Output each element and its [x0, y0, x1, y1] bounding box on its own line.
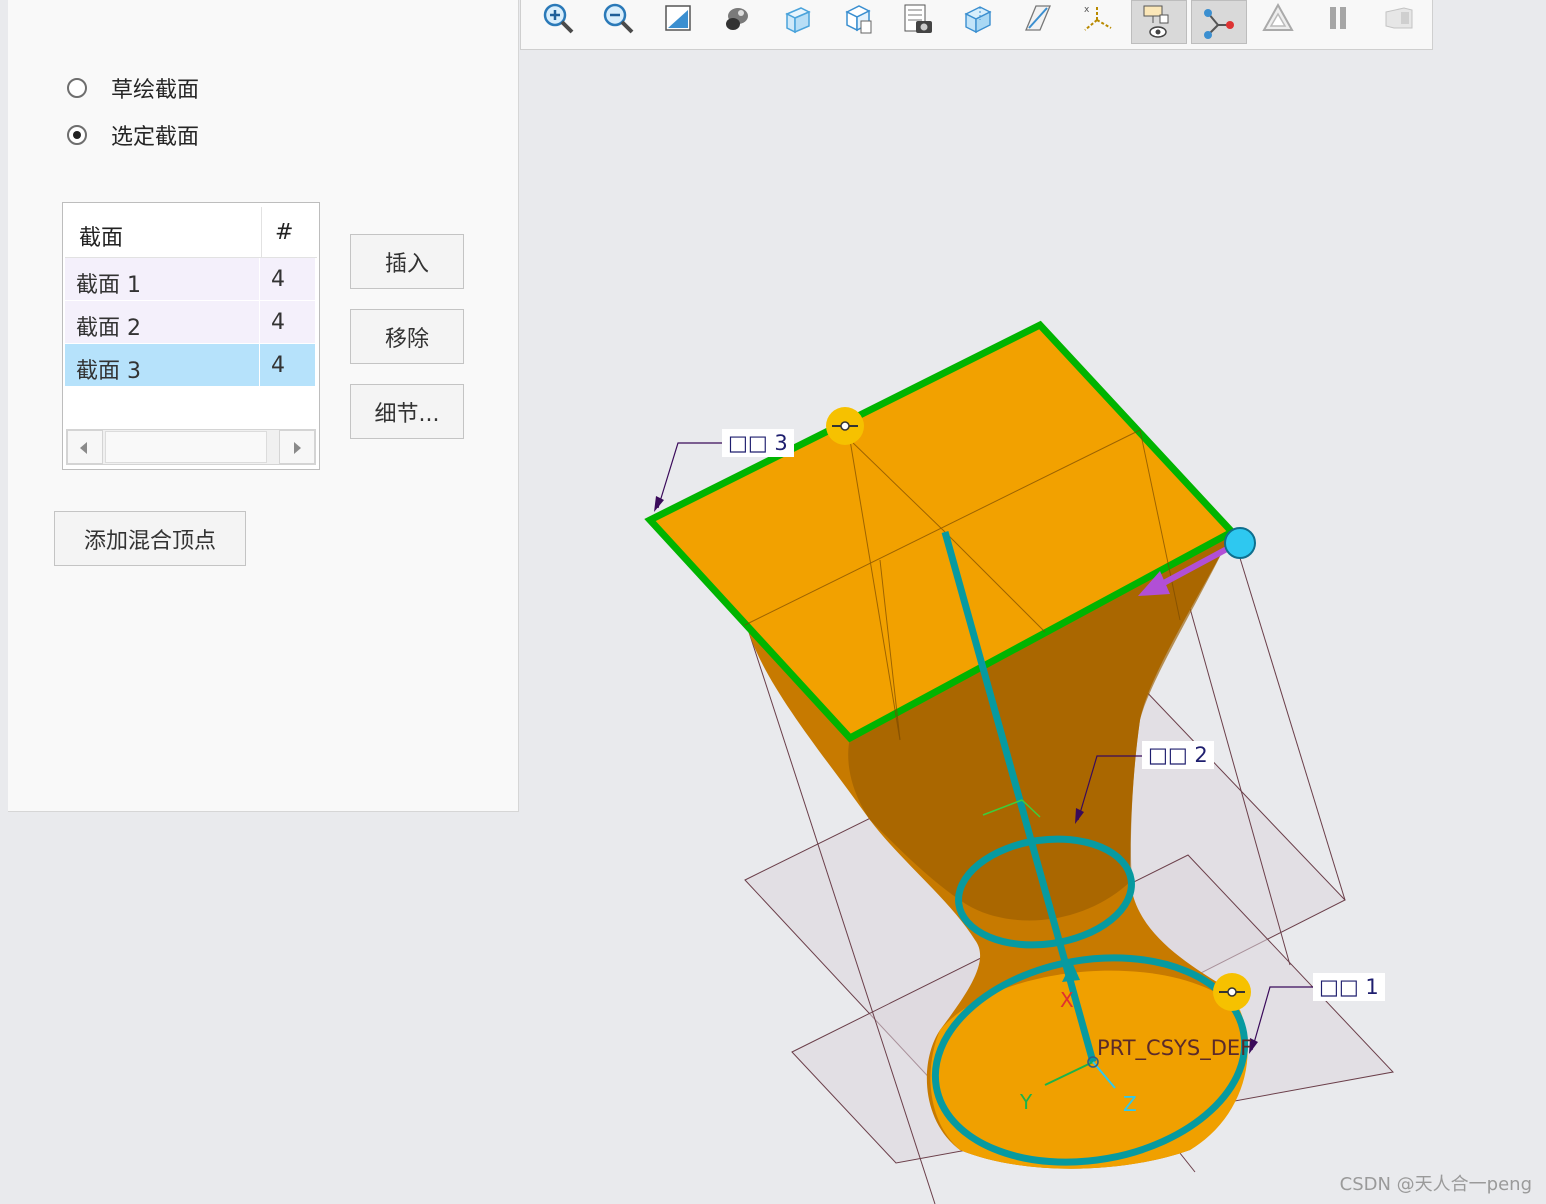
section-count: 4 — [271, 310, 285, 335]
plane-display-button[interactable] — [1015, 0, 1059, 44]
wireframe-box-icon — [964, 6, 992, 34]
section-name: 截面 3 — [76, 359, 141, 384]
saved-views-icon — [904, 4, 932, 33]
watermark: CSDN @天人合一peng — [1339, 1174, 1532, 1195]
svg-text:x: x — [1084, 5, 1090, 15]
blend-model-scene[interactable] — [520, 50, 1546, 1204]
zoom-out-icon — [603, 3, 634, 34]
feature-preview-button[interactable] — [1375, 0, 1419, 44]
section-3-callout[interactable]: □□ 3 — [722, 429, 794, 457]
section-name: 截面 1 — [76, 273, 141, 298]
zoom-in-icon — [543, 3, 574, 34]
box-display-button[interactable] — [775, 0, 819, 44]
zoom-out-button[interactable] — [595, 0, 639, 44]
shading-button[interactable] — [715, 0, 759, 44]
view-manager-button[interactable] — [1131, 0, 1187, 44]
column-divider — [261, 207, 262, 257]
datum-display-button[interactable] — [1191, 0, 1247, 44]
section-2-callout[interactable]: □□ 2 — [1142, 741, 1214, 769]
chevron-right-icon — [294, 442, 301, 454]
refit-icon — [665, 5, 691, 31]
remove-button[interactable]: 移除 — [350, 309, 464, 364]
hidden-line-button[interactable] — [835, 0, 879, 44]
view-manager-icon — [1143, 5, 1169, 38]
section-count: 4 — [271, 267, 285, 292]
scroll-thumb[interactable] — [105, 431, 267, 463]
blend-section-panel: 草绘截面 选定截面 截面 # 截面 1 4 截面 2 4 截面 3 4 插入 移… — [8, 0, 519, 812]
add-blend-vertex-button[interactable]: 添加混合顶点 — [54, 511, 246, 566]
axis-label-y: Y — [1020, 1090, 1033, 1114]
column-header-count[interactable]: # — [275, 220, 293, 245]
section-name: 截面 2 — [76, 316, 141, 341]
insert-button[interactable]: 插入 — [350, 234, 464, 289]
graphics-toolbar: x — [520, 0, 1433, 50]
start-point-handle[interactable] — [1224, 527, 1256, 559]
radio-selected-sections[interactable]: 选定截面 — [67, 120, 199, 150]
blend-preview-icon — [1262, 2, 1294, 31]
scroll-right-button[interactable] — [279, 430, 315, 464]
zoom-in-button[interactable] — [535, 0, 579, 44]
cell-divider — [259, 301, 260, 343]
pause-icon — [1330, 7, 1346, 29]
plane-display-icon — [1025, 5, 1051, 31]
column-header-section[interactable]: 截面 — [79, 220, 123, 252]
blend-preview-button[interactable] — [1255, 0, 1299, 44]
radio-label-sketched: 草绘截面 — [111, 78, 200, 103]
radio-sketched-sections[interactable]: 草绘截面 — [67, 73, 199, 103]
axis-label-x: X — [1060, 988, 1074, 1012]
section-3-drag-handle[interactable] — [826, 407, 864, 445]
graphics-viewport[interactable]: □□ 3 □□ 2 □□ 1 PRT_CSYS_DEF X Y Z CSDN @… — [520, 50, 1546, 1204]
table-row[interactable]: 截面 1 4 — [65, 258, 315, 301]
radio-button-selected[interactable] — [67, 125, 87, 145]
cell-divider — [259, 258, 260, 300]
table-row[interactable]: 截面 2 4 — [65, 301, 315, 344]
hidden-line-icon — [845, 5, 872, 34]
table-header: 截面 # — [65, 205, 317, 258]
section-count: 4 — [271, 353, 285, 378]
sections-table: 截面 # 截面 1 4 截面 2 4 截面 3 4 — [62, 202, 320, 470]
csys-label: PRT_CSYS_DEF — [1097, 1036, 1253, 1060]
csys-display-button[interactable]: x — [1075, 0, 1119, 44]
datum-display-icon — [1204, 9, 1234, 39]
scroll-left-button[interactable] — [67, 430, 103, 464]
horizontal-scrollbar[interactable] — [66, 429, 316, 465]
axis-label-z: Z — [1123, 1092, 1137, 1116]
pause-button[interactable] — [1315, 0, 1359, 44]
radio-button[interactable] — [67, 78, 87, 98]
csys-display-icon: x — [1084, 5, 1112, 31]
radio-label-selected: 选定截面 — [111, 125, 200, 150]
refit-button[interactable] — [655, 0, 699, 44]
shading-icon — [726, 8, 748, 30]
box-display-icon — [785, 7, 811, 34]
section-1-callout[interactable]: □□ 1 — [1313, 973, 1385, 1001]
saved-views-button[interactable] — [895, 0, 939, 44]
cell-divider — [259, 344, 260, 386]
details-button[interactable]: 细节... — [350, 384, 464, 439]
table-row-selected[interactable]: 截面 3 4 — [65, 344, 315, 387]
wireframe-box-button[interactable] — [955, 0, 999, 44]
feature-preview-icon — [1385, 7, 1413, 29]
chevron-left-icon — [80, 442, 87, 454]
section-1-drag-handle[interactable] — [1213, 973, 1251, 1011]
